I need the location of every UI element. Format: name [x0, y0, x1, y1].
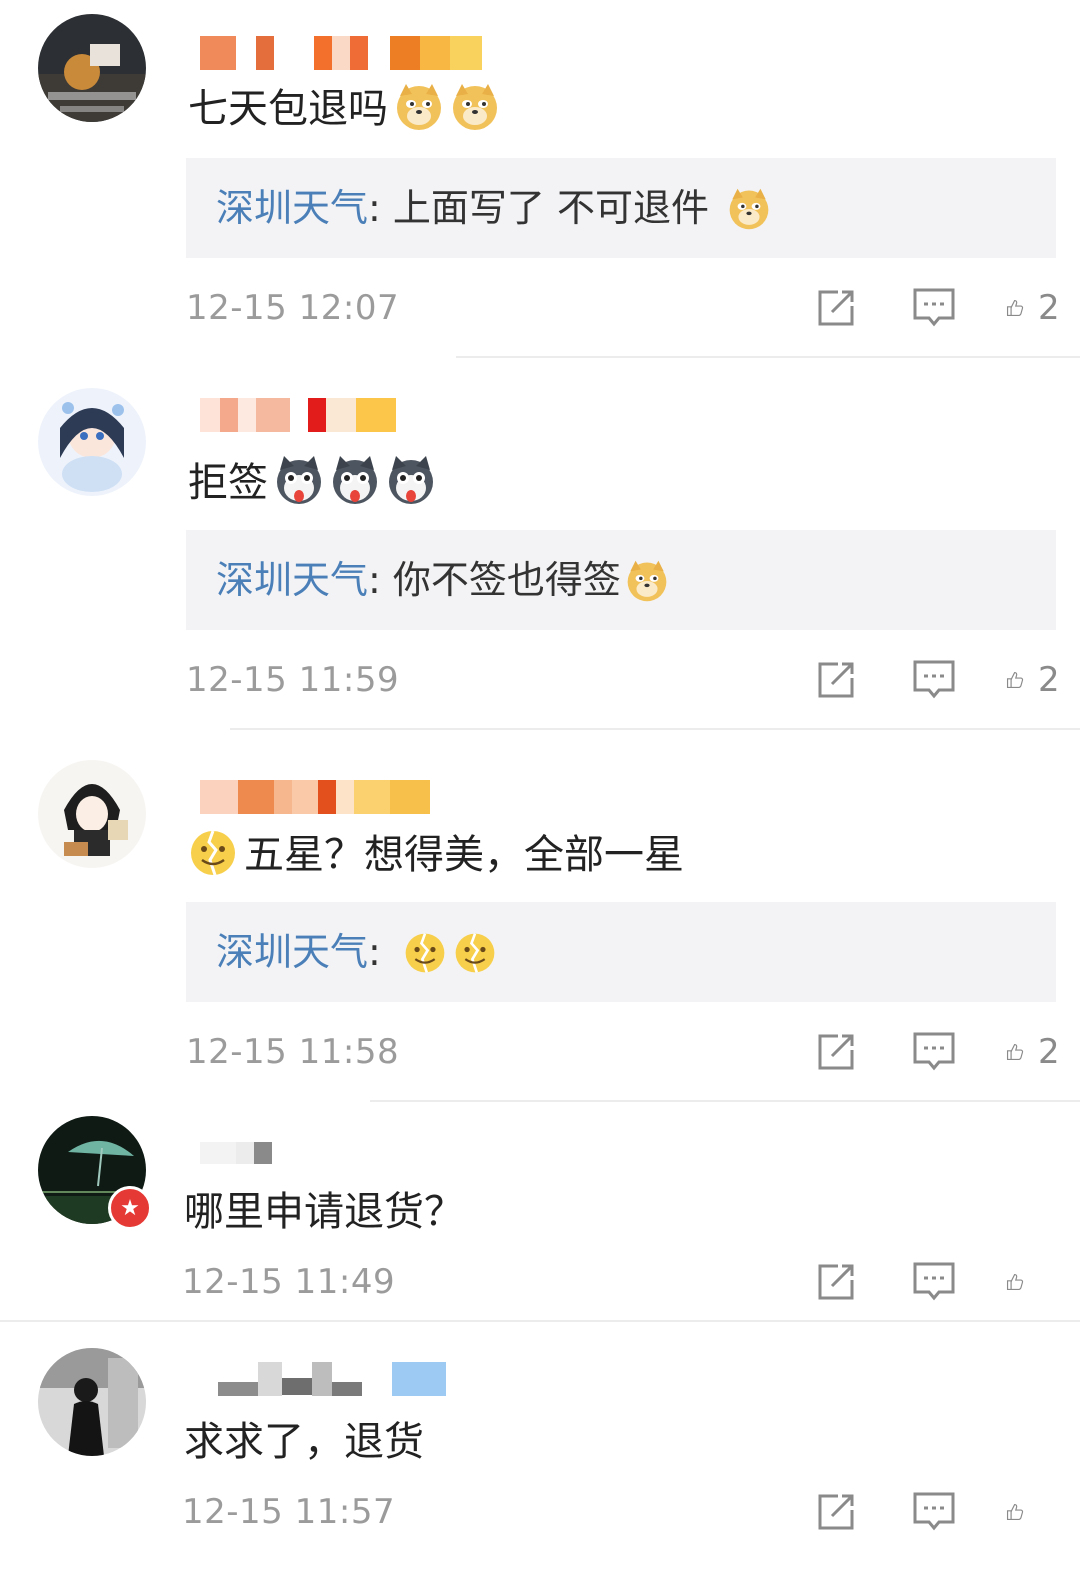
- action-bar: [764, 1256, 1058, 1308]
- thumbs-up-icon: [1006, 299, 1024, 317]
- thumbs-up-icon: [1006, 671, 1024, 689]
- blurred-username[interactable]: [200, 1362, 446, 1396]
- blurred-username[interactable]: [200, 36, 482, 70]
- reply-box[interactable]: 深圳天气: 你不签也得签: [186, 530, 1056, 630]
- reply-text: 你不签也得签: [392, 558, 621, 602]
- repost-button[interactable]: [810, 1026, 862, 1078]
- comment-text: 哪里申请退货？: [184, 1189, 464, 1235]
- share-square-icon: [818, 1034, 854, 1070]
- reply-separator: :: [368, 930, 393, 974]
- reply-author[interactable]: 深圳天气: [216, 558, 368, 602]
- repost-button[interactable]: [810, 654, 862, 706]
- like-count: 2: [1038, 288, 1060, 328]
- timestamp: 12-15 11:58: [186, 1032, 400, 1072]
- comment-bubble-icon: [913, 288, 955, 327]
- doge-emoji: [450, 82, 500, 132]
- avatar[interactable]: [38, 760, 146, 868]
- doge-emoji: [625, 559, 669, 603]
- avatar[interactable]: [38, 388, 146, 496]
- like-count: 2: [1038, 660, 1060, 700]
- action-bar: [764, 1486, 1058, 1538]
- comment-button[interactable]: [908, 1256, 960, 1308]
- comment-button[interactable]: [908, 654, 960, 706]
- like-button[interactable]: 2: [1006, 1026, 1060, 1078]
- share-square-icon: [818, 662, 854, 698]
- husky-emoji: [386, 456, 436, 506]
- avatar[interactable]: [38, 14, 146, 122]
- doge-emoji: [394, 82, 444, 132]
- reply-author[interactable]: 深圳天气: [216, 930, 368, 974]
- comment-button[interactable]: [908, 1026, 960, 1078]
- like-count: 2: [1038, 1032, 1060, 1072]
- repost-button[interactable]: [810, 1486, 862, 1538]
- comment-text: 求求了，退货: [184, 1419, 424, 1465]
- avatar[interactable]: [38, 1348, 146, 1456]
- comment-bubble-icon: [913, 1492, 955, 1531]
- timestamp: 12-15 11:57: [182, 1492, 396, 1532]
- thumbs-up-icon: [1006, 1503, 1024, 1521]
- comment-feed: 七天包退吗 深圳天气: 上面写了 不可退件 12-15 12:07 2 拒签 深…: [0, 0, 1080, 1595]
- thumbs-up-icon: [1006, 1273, 1024, 1291]
- reply-box[interactable]: 深圳天气: 上面写了 不可退件: [186, 158, 1056, 258]
- like-button[interactable]: 2: [1006, 654, 1060, 706]
- reply-box[interactable]: 深圳天气:: [186, 902, 1056, 1002]
- blurred-username[interactable]: [200, 398, 396, 432]
- like-button[interactable]: 2: [1006, 282, 1060, 334]
- action-bar: 2: [764, 1026, 1060, 1078]
- timestamp: 12-15 11:59: [186, 660, 400, 700]
- divider: [230, 728, 1080, 730]
- comment-text: 五星？想得美，全部一星: [188, 828, 684, 881]
- thumbs-up-icon: [1006, 1043, 1024, 1061]
- like-button[interactable]: [1006, 1256, 1058, 1308]
- share-square-icon: [818, 1494, 854, 1530]
- doge-emoji: [727, 187, 771, 231]
- action-bar: 2: [764, 282, 1060, 334]
- timestamp: 12-15 11:49: [182, 1262, 396, 1302]
- blurred-username[interactable]: [200, 780, 430, 814]
- cracked-smile-emoji: [453, 931, 497, 975]
- repost-button[interactable]: [810, 1256, 862, 1308]
- comment-bubble-icon: [913, 1262, 955, 1301]
- cracked-smile-emoji: [403, 931, 447, 975]
- comment-text: 七天包退吗: [188, 82, 500, 135]
- blurred-username[interactable]: [200, 1142, 272, 1164]
- comment-bubble-icon: [913, 660, 955, 699]
- comment-button[interactable]: [908, 1486, 960, 1538]
- divider: [0, 1320, 1080, 1322]
- husky-emoji: [274, 456, 324, 506]
- like-button[interactable]: [1006, 1486, 1058, 1538]
- husky-emoji: [330, 456, 380, 506]
- action-bar: 2: [764, 654, 1060, 706]
- divider: [370, 1100, 1080, 1102]
- share-square-icon: [818, 290, 854, 326]
- comment-bubble-icon: [913, 1032, 955, 1071]
- reply-text: 上面写了 不可退件: [392, 186, 709, 230]
- reply-author[interactable]: 深圳天气: [216, 186, 368, 230]
- comment-text: 拒签: [188, 456, 436, 509]
- share-square-icon: [818, 1264, 854, 1300]
- cracked-smile-emoji: [188, 828, 238, 878]
- reply-separator: :: [368, 558, 393, 602]
- timestamp: 12-15 12:07: [186, 288, 400, 328]
- verified-badge: ★: [108, 1186, 152, 1230]
- comment-button[interactable]: [908, 282, 960, 334]
- repost-button[interactable]: [810, 282, 862, 334]
- divider: [456, 356, 1080, 358]
- reply-separator: :: [368, 186, 393, 230]
